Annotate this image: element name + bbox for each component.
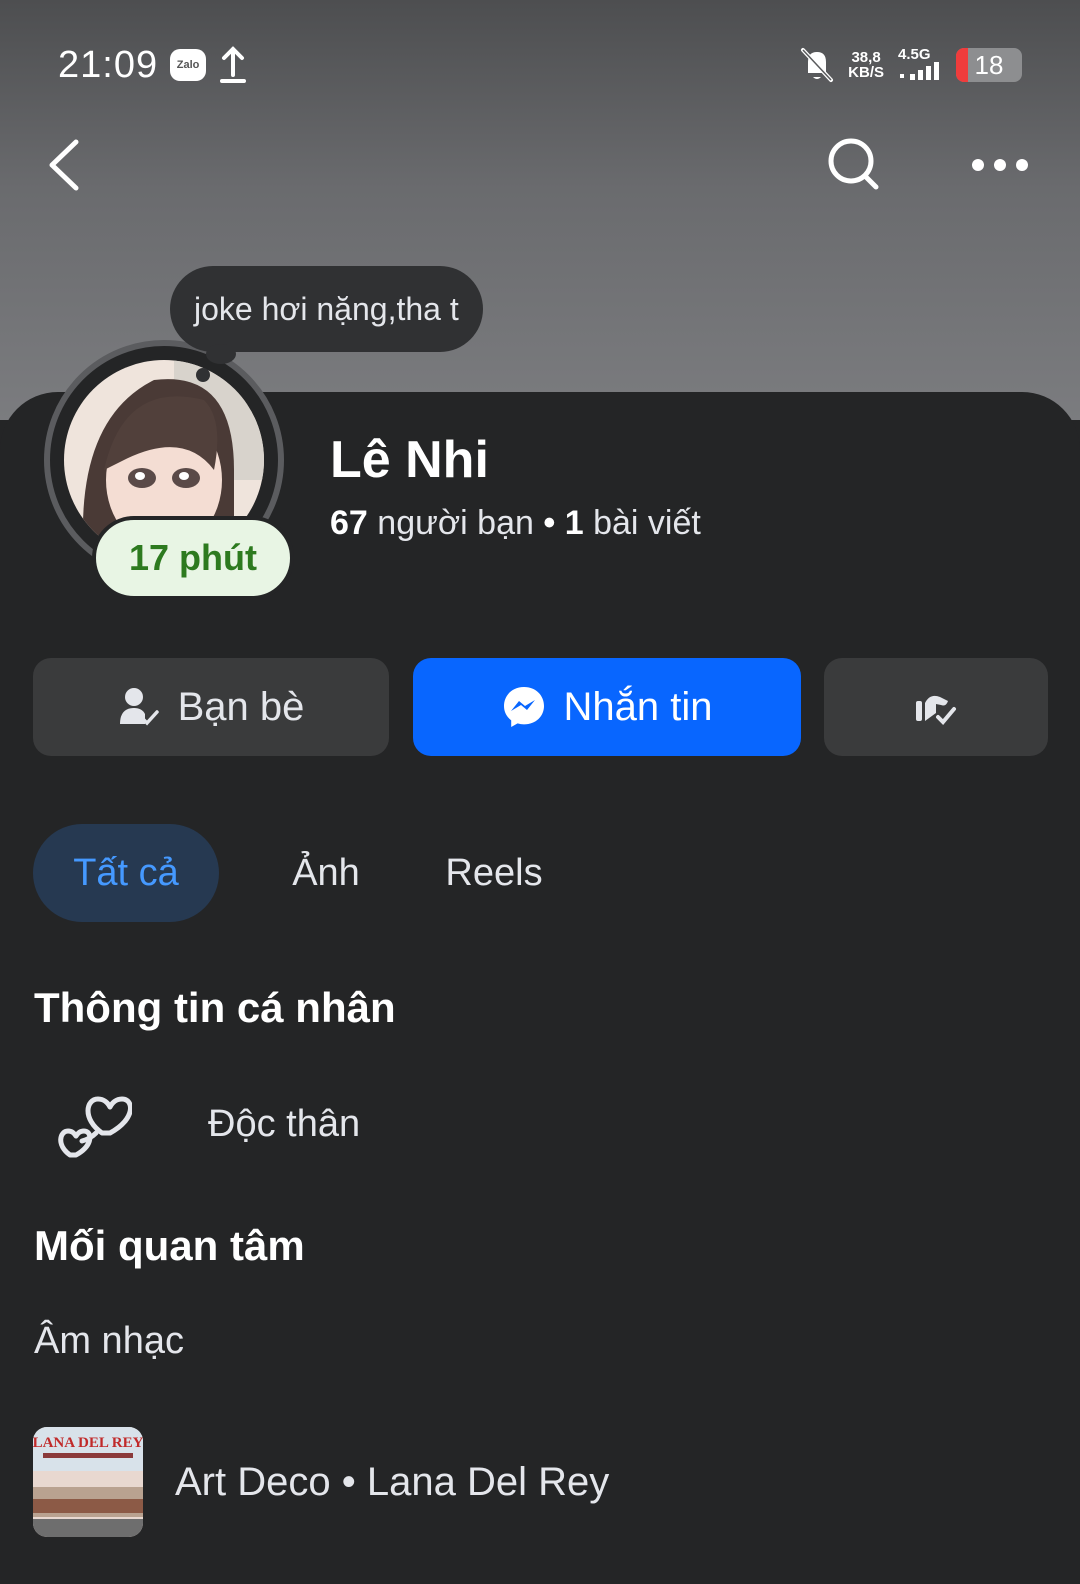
friends-button-label: Bạn bè: [177, 684, 305, 729]
music-item[interactable]: LANA DEL REY Art Deco • Lana Del Rey: [33, 1426, 609, 1538]
more-icon[interactable]: [970, 150, 1030, 180]
status-right: 38,8 KB/S 4.5G 18: [800, 47, 1022, 83]
message-button-label: Nhắn tin: [563, 684, 713, 729]
friends-button[interactable]: Bạn bè: [33, 658, 389, 756]
music-track: Art Deco • Lana Del Rey: [175, 1460, 609, 1505]
speed-unit: KB/S: [848, 64, 884, 81]
friend-check-icon: [119, 688, 159, 726]
zalo-icon: Zalo: [170, 49, 207, 81]
album-cover: LANA DEL REY: [33, 1427, 143, 1537]
wave-check-icon: [916, 695, 956, 725]
interest-category: Âm nhạc: [34, 1320, 184, 1362]
search-icon[interactable]: [826, 134, 886, 194]
network-type: 4.5G: [898, 45, 931, 63]
status-time: 21:09: [58, 43, 159, 86]
song-separator: •: [341, 1459, 356, 1504]
network-speed: 38,8 KB/S: [848, 50, 884, 80]
album-art: LANA DEL REY: [33, 1427, 143, 1537]
profile-name: Lê Nhi: [330, 431, 489, 489]
active-status-badge: 17 phút: [92, 516, 294, 600]
relationship-status: Độc thân: [208, 1102, 361, 1145]
battery-fill: [956, 48, 968, 82]
song-artist: Lana Del Rey: [366, 1459, 610, 1504]
posts-label: bài viết: [593, 504, 701, 542]
tab-reels[interactable]: Reels: [424, 824, 564, 922]
back-icon[interactable]: [40, 130, 90, 200]
posts-count: 1: [564, 504, 584, 542]
network-indicator: 4.5G: [898, 45, 942, 83]
battery-level: 18: [974, 49, 1004, 80]
friends-label: người bạn: [377, 504, 534, 542]
upload-icon: [220, 46, 247, 83]
hearts-icon: [58, 1096, 132, 1158]
more-actions-button[interactable]: [824, 658, 1048, 756]
mute-bell-icon: [801, 48, 834, 82]
status-bar: 21:09 Zalo 38,8 KB/S 4.5G 18: [0, 0, 1080, 130]
friends-count: 67: [330, 504, 368, 542]
album-title-text: LANA DEL REY: [33, 1435, 143, 1451]
personal-info-title: Thông tin cá nhân: [34, 984, 396, 1031]
interests-title: Mối quan tâm: [34, 1222, 305, 1269]
stats-separator: •: [543, 504, 556, 542]
note-tail-dot: [196, 368, 210, 382]
note-tail: [206, 344, 236, 364]
active-time: 17 phút: [128, 537, 257, 578]
profile-stats[interactable]: 67 người bạn • 1 bài viết: [330, 504, 701, 543]
note-text: joke hơi nặng,tha t: [194, 290, 459, 327]
tab-photos[interactable]: Ảnh: [256, 824, 396, 922]
song-title: Art Deco: [175, 1459, 331, 1504]
message-button[interactable]: Nhắn tin: [413, 658, 801, 756]
battery-icon: 18: [956, 48, 1022, 82]
signal-icon: [900, 61, 939, 80]
tab-all[interactable]: Tất cả: [33, 824, 219, 922]
speed-value: 38,8: [851, 49, 881, 66]
note-bubble[interactable]: joke hơi nặng,tha t: [170, 266, 483, 352]
relationship-row: Độc thân: [34, 1084, 360, 1164]
messenger-icon: [503, 687, 544, 727]
